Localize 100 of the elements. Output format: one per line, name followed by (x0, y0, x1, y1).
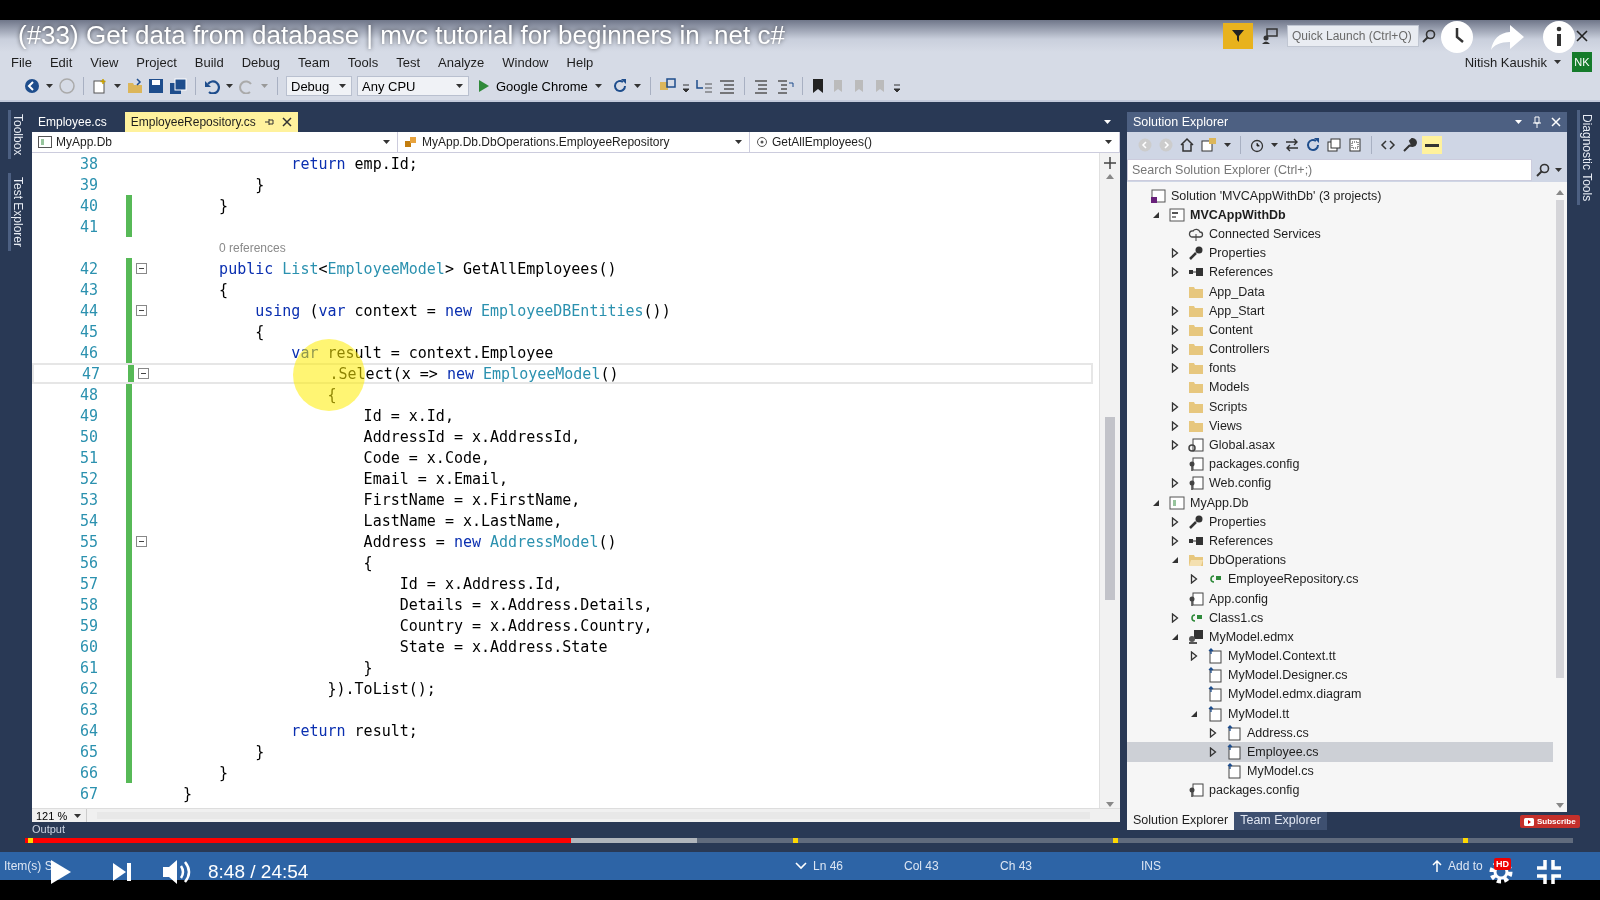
collapsed-arrow-icon[interactable] (1171, 267, 1179, 278)
collapse-icon[interactable] (135, 305, 147, 316)
save-icon[interactable] (148, 78, 164, 94)
dock-tab[interactable]: Diagnostic Tools (1576, 110, 1594, 206)
caret-icon[interactable] (1553, 58, 1562, 66)
project-dropdown[interactable]: MyApp.Db (32, 132, 398, 152)
dock-tab[interactable]: Test Explorer (7, 173, 25, 252)
save-all-icon[interactable] (169, 78, 187, 94)
collapsed-arrow-icon[interactable] (1171, 612, 1179, 623)
scroll-down-icon[interactable] (1555, 801, 1565, 809)
tree-item[interactable]: App_Start (1127, 301, 1553, 321)
pin-icon[interactable] (263, 117, 274, 127)
collapsed-arrow-icon[interactable] (1171, 248, 1179, 259)
up-arrow-icon[interactable] (1432, 860, 1442, 872)
caret-icon[interactable] (113, 82, 122, 90)
switch-views-icon[interactable] (1200, 137, 1218, 153)
caret-icon[interactable] (1270, 141, 1279, 149)
home-icon[interactable] (1179, 137, 1195, 153)
tree-item[interactable]: References (1127, 262, 1553, 282)
new-item-icon[interactable] (92, 78, 108, 94)
tree-item[interactable]: MyModel.cs (1127, 761, 1553, 781)
exit-fullscreen-icon[interactable] (1536, 859, 1562, 885)
menu-item[interactable]: Team (291, 54, 341, 70)
account-badge[interactable]: NK (1572, 52, 1592, 72)
tree-item[interactable]: Content (1127, 320, 1553, 340)
collapsed-arrow-icon[interactable] (1171, 324, 1179, 335)
collapsed-arrow-icon[interactable] (1171, 401, 1179, 412)
collapsed-arrow-icon[interactable] (1171, 363, 1179, 374)
progress-track[interactable] (25, 838, 1573, 843)
panel-tab[interactable]: Solution Explorer (1127, 812, 1235, 830)
tree-item[interactable]: Scripts (1127, 397, 1553, 417)
clock-icon[interactable] (1440, 20, 1474, 54)
expanded-arrow-icon[interactable] (1152, 210, 1160, 219)
tree-item[interactable]: MyModel.Designer.cs (1127, 665, 1553, 685)
collapsed-arrow-icon[interactable] (1171, 478, 1179, 489)
tree-item[interactable]: MyApp.Db (1127, 493, 1553, 513)
show-all-files-icon[interactable] (1347, 137, 1363, 153)
tree-item[interactable]: Solution 'MVCAppWithDb' (3 projects) (1127, 186, 1553, 206)
expanded-arrow-icon[interactable] (1171, 556, 1179, 565)
collapse-icon[interactable] (137, 368, 149, 379)
refresh-icon[interactable] (611, 78, 628, 94)
volume-icon[interactable] (162, 858, 192, 886)
type-dropdown[interactable]: MyApp.Db.DbOperations.EmployeeRepository (398, 132, 750, 152)
account-name[interactable]: Nitish Kaushik (1464, 54, 1547, 70)
tree-item[interactable]: MyModel.edmx (1127, 627, 1553, 647)
caret-icon[interactable] (1514, 118, 1523, 126)
collapsed-arrow-icon[interactable] (1209, 727, 1217, 738)
menu-item[interactable]: Analyze (431, 54, 496, 70)
output-tab[interactable]: Output (32, 823, 66, 835)
caret-icon[interactable] (225, 82, 234, 90)
close-icon[interactable] (281, 117, 292, 127)
collapsed-arrow-icon[interactable] (1171, 535, 1179, 546)
menu-item[interactable]: Tools (340, 54, 390, 70)
menu-item[interactable]: Test (389, 54, 431, 70)
collapsed-arrow-icon[interactable] (1190, 574, 1198, 585)
collapsed-arrow-icon[interactable] (1171, 420, 1179, 431)
tree-item[interactable]: EmployeeRepository.cs (1127, 569, 1553, 589)
collapse-icon[interactable] (135, 263, 147, 274)
expanded-arrow-icon[interactable] (1171, 632, 1179, 641)
tree-item[interactable]: App_Data (1127, 281, 1553, 302)
tree-item[interactable]: packages.config (1127, 780, 1553, 800)
tree-item[interactable]: packages.config (1127, 454, 1553, 474)
caret-icon[interactable] (1554, 166, 1563, 174)
next-icon[interactable] (112, 862, 132, 882)
close-icon[interactable] (1576, 30, 1588, 42)
caret-icon[interactable] (632, 82, 642, 90)
tree-item[interactable]: App.config (1127, 588, 1553, 609)
zoom-dropdown[interactable]: 121 % (32, 809, 88, 822)
expanded-arrow-icon[interactable] (1152, 498, 1160, 507)
tree-item[interactable]: References (1127, 531, 1553, 551)
undo-icon[interactable] (204, 78, 220, 94)
collapsed-arrow-icon[interactable] (1171, 440, 1179, 451)
expanded-arrow-icon[interactable] (1190, 709, 1198, 718)
editor-tab[interactable]: EmployeeRepository.cs (124, 112, 298, 132)
scroll-up-icon[interactable] (1555, 189, 1565, 197)
tree-item[interactable]: Class1.cs (1127, 608, 1553, 628)
back-icon[interactable] (24, 78, 40, 94)
clock-icon[interactable] (1249, 137, 1265, 153)
preview-button[interactable] (1422, 136, 1442, 154)
uncomment-icon[interactable] (775, 78, 794, 94)
tree-item[interactable]: DbOperations (1127, 550, 1553, 570)
search-icon[interactable] (1422, 29, 1436, 43)
tree-item[interactable]: Properties (1127, 512, 1553, 532)
menu-item[interactable]: Build (187, 54, 235, 70)
caret-icon[interactable] (45, 82, 54, 90)
tree-item[interactable]: Properties (1127, 243, 1553, 263)
quick-launch-field[interactable]: Quick Launch (Ctrl+Q) (1287, 25, 1419, 47)
search-icon[interactable] (1536, 163, 1550, 177)
step-icon[interactable] (694, 78, 713, 94)
tree-item[interactable]: fonts (1127, 358, 1553, 378)
run-button[interactable]: Google Chrome (474, 76, 607, 96)
open-folder-icon[interactable] (127, 78, 143, 94)
editor-tab[interactable]: Employee.cs (32, 112, 113, 132)
collapse-icon[interactable] (135, 536, 147, 547)
tree-item[interactable]: Controllers (1127, 339, 1553, 359)
menu-item[interactable]: Project (129, 54, 188, 70)
code-lens[interactable]: 0 references (219, 240, 286, 255)
collapsed-arrow-icon[interactable] (1190, 651, 1198, 662)
platform-dropdown[interactable]: Any CPU (357, 76, 469, 96)
menu-item[interactable]: Debug (234, 54, 291, 70)
